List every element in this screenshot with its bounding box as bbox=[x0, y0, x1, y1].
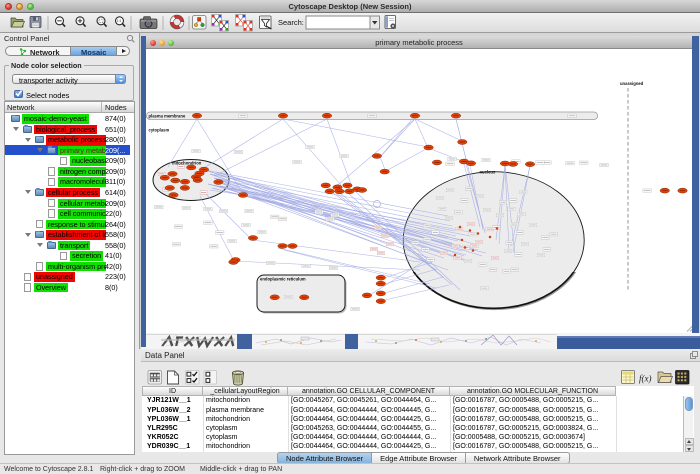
svg-text:endoplasmic reticulum: endoplasmic reticulum bbox=[260, 277, 306, 282]
svg-text:nucleus: nucleus bbox=[480, 170, 496, 175]
svg-text:plasma membrane: plasma membrane bbox=[149, 113, 186, 118]
svg-text:mitochondrion: mitochondrion bbox=[172, 161, 202, 166]
svg-text:1:1: 1:1 bbox=[117, 19, 122, 23]
svg-text:f(x): f(x) bbox=[639, 374, 652, 384]
svg-text:unassigned: unassigned bbox=[620, 81, 644, 86]
svg-text:cytoplasm: cytoplasm bbox=[149, 128, 170, 133]
svg-text:Search:: Search: bbox=[278, 18, 304, 27]
